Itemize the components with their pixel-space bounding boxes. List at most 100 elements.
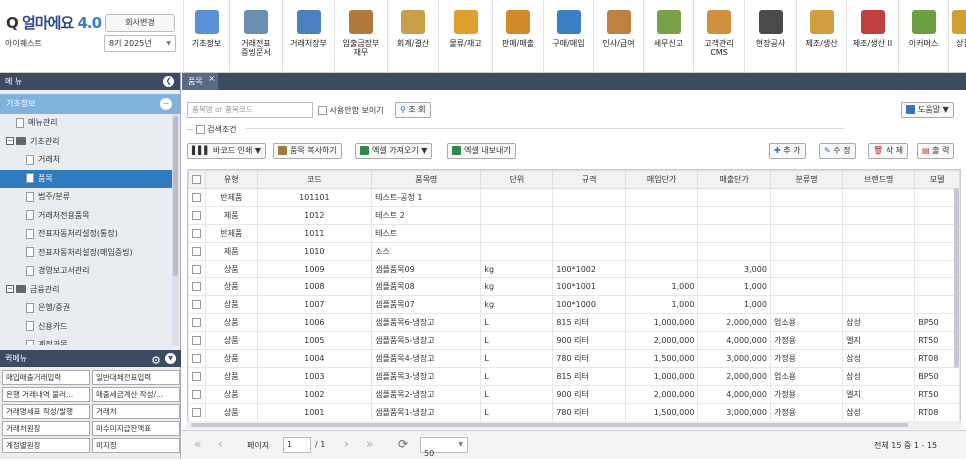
sidebar-category[interactable]: 기초정보− — [0, 94, 180, 114]
quickmenu-item[interactable]: 미수미지급잔액표 — [92, 421, 180, 436]
row-checkbox[interactable] — [189, 278, 206, 296]
add-button[interactable]: ✚ 추 가 — [769, 143, 806, 159]
edit-button[interactable]: ✎ 수 정 — [819, 143, 856, 159]
table-row[interactable]: 상품1001샘플품목1-냉장고L780 리터1,500,0003,000,000… — [189, 403, 960, 421]
row-checkbox[interactable] — [189, 385, 206, 403]
tree-item[interactable]: 메뉴관리 — [0, 114, 172, 133]
column-header[interactable]: 품목명 — [372, 171, 481, 189]
refresh-icon[interactable]: ⟳ — [398, 437, 408, 451]
menu-customer[interactable]: 고객관리 CMS — [693, 0, 744, 73]
menu-hr[interactable]: 인사/급여 — [593, 0, 643, 73]
period-select[interactable]: 8기 2025년▼ — [104, 35, 176, 52]
quickmenu-item[interactable]: 매입매출거래입력 — [2, 370, 90, 385]
column-header[interactable]: 유형 — [205, 171, 257, 189]
row-checkbox[interactable] — [189, 206, 206, 224]
collapse-toggle-icon[interactable]: − — [6, 137, 14, 145]
column-header[interactable]: 매입단가 — [625, 171, 698, 189]
tree-item[interactable]: 신용카드 — [0, 318, 172, 337]
menu-factory[interactable]: 제조/생산 II — [846, 0, 898, 73]
row-checkbox[interactable] — [189, 296, 206, 314]
table-row[interactable]: 상품1007샘플품목07kg100*10001,0001,000 — [189, 296, 960, 314]
row-checkbox[interactable] — [189, 314, 206, 332]
column-header[interactable]: 브랜드명 — [843, 171, 915, 189]
chevron-down-icon[interactable]: ▼ — [165, 353, 176, 364]
tree-item[interactable]: 전표자동처리설정(통장) — [0, 225, 172, 244]
excel-import-button[interactable]: 엑셀 가져오기 ▼ — [355, 143, 432, 159]
row-checkbox[interactable] — [189, 332, 206, 350]
menu-purchase[interactable]: 구매/매입 — [543, 0, 593, 73]
tree-item[interactable]: 계정과목 — [0, 336, 172, 345]
row-checkbox[interactable] — [189, 242, 206, 260]
delete-button[interactable]: 🗑 삭 제 — [868, 143, 908, 159]
row-checkbox[interactable] — [189, 367, 206, 385]
change-company-button[interactable]: 회사변경 — [105, 14, 175, 32]
row-checkbox[interactable] — [189, 260, 206, 278]
print-button[interactable]: ▤ 출 력 — [917, 143, 954, 159]
menu-manufacture[interactable]: 제조/생산 — [796, 0, 846, 73]
select-all-checkbox[interactable] — [189, 171, 206, 189]
table-row[interactable]: 상품1008샘플품목08kg100*10011,0001,000 — [189, 278, 960, 296]
quickmenu-item[interactable]: 거래처원장 — [2, 421, 90, 436]
row-checkbox[interactable] — [189, 189, 206, 207]
barcode-print-button[interactable]: ▌▌▌ 바코드 인쇄 ▼ — [187, 143, 266, 159]
table-row[interactable]: 상품1004샘플품목4-냉장고L780 리터1,500,0003,000,000… — [189, 350, 960, 368]
search-input[interactable]: 품목명 or 품목코드 — [187, 102, 313, 118]
close-icon[interactable]: × — [208, 70, 215, 87]
grid-horizontal-scrollbar[interactable] — [186, 421, 962, 429]
page-input[interactable]: 1 — [283, 437, 311, 453]
tree-item[interactable]: −금융관리 — [0, 281, 172, 300]
table-row[interactable]: 상품1006샘플품목6-냉장고L815 리터1,000,0002,000,000… — [189, 314, 960, 332]
column-header[interactable]: 단위 — [481, 171, 553, 189]
table-row[interactable]: 반제품1011테스트 — [189, 224, 960, 242]
help-button[interactable]: 도움말 ▼ — [901, 102, 954, 118]
last-page-icon[interactable]: » — [366, 437, 373, 451]
copy-item-button[interactable]: 품목 복사하기 — [273, 143, 342, 159]
menu-sales[interactable]: 판매/매출 — [492, 0, 543, 73]
quickmenu-item[interactable]: 거래명세표 작성/발행 — [2, 404, 90, 419]
tree-item[interactable]: 거래처전용품목 — [0, 207, 172, 226]
tree-item[interactable]: 은행/증권 — [0, 299, 172, 318]
sidebar-scrollbar[interactable] — [172, 114, 179, 345]
collapse-toggle-icon[interactable]: − — [6, 285, 14, 293]
menu-money-bag[interactable]: 입출금장부 재무 — [334, 0, 387, 73]
row-checkbox[interactable] — [189, 403, 206, 421]
menu-tax[interactable]: 세무신고 — [643, 0, 693, 73]
quickmenu-item[interactable]: 미지정 — [92, 438, 180, 453]
tree-item[interactable]: 경영보고서관리 — [0, 262, 172, 281]
table-row[interactable]: 제품1010소스 — [189, 242, 960, 260]
menu-voucher[interactable]: 거래전표 증빙문서 — [229, 0, 282, 73]
show-unused-checkbox[interactable]: 사용안함 보이기 — [318, 105, 384, 116]
prev-page-icon[interactable]: ‹ — [218, 437, 223, 451]
menu-accounting[interactable]: 회계/결산 — [387, 0, 438, 73]
tab-item[interactable]: 품목× — [182, 73, 218, 90]
excel-export-button[interactable]: 엑셀 내보내기 — [447, 143, 516, 159]
tree-item[interactable]: 범주/분류 — [0, 188, 172, 207]
next-page-icon[interactable]: › — [344, 437, 349, 451]
quickmenu-item[interactable]: 거래처 — [92, 404, 180, 419]
table-row[interactable]: 상품1009샘플품목09kg100*10023,000 — [189, 260, 960, 278]
menu-forklift[interactable]: 물류/재고 — [438, 0, 492, 73]
tree-item[interactable]: 거래처 — [0, 151, 172, 170]
row-checkbox[interactable] — [189, 350, 206, 368]
checkbox-icon[interactable] — [318, 106, 327, 115]
checkbox-icon[interactable] — [196, 125, 205, 134]
menu-shop[interactable]: 이커머스 — [898, 0, 948, 73]
column-header[interactable]: 매출단가 — [698, 171, 771, 189]
column-header[interactable]: 코드 — [257, 171, 372, 189]
table-row[interactable]: 상품1002샘플품목2-냉장고L900 리터2,000,0004,000,000… — [189, 385, 960, 403]
tree-item[interactable]: 전표자동처리설정(매입증빙) — [0, 244, 172, 263]
quickmenu-item[interactable]: 매출세금계산 작성/... — [92, 387, 180, 402]
quickmenu-item[interactable]: 계정별원장 — [2, 438, 90, 453]
search-button[interactable]: ⚲ 조 회 — [395, 102, 431, 118]
search-condition[interactable]: 검색조건 — [187, 124, 237, 135]
menu-construction[interactable]: 현장공사 — [744, 0, 796, 73]
table-row[interactable]: 상품1003샘플품목3-냉장고L815 리터1,000,0002,000,000… — [189, 367, 960, 385]
gear-icon[interactable]: ⚙ — [151, 352, 161, 369]
menu-ledger[interactable]: 거래처장부 — [282, 0, 334, 73]
row-checkbox[interactable] — [189, 224, 206, 242]
table-row[interactable]: 반제품101101테스트-공정 1 — [189, 189, 960, 207]
page-size-select[interactable]: 50▼ — [420, 437, 468, 453]
quickmenu-item[interactable]: 은행 거래내역 불러... — [2, 387, 90, 402]
tree-item[interactable]: 품목 — [0, 170, 172, 189]
tree-item[interactable]: −기초관리 — [0, 133, 172, 152]
